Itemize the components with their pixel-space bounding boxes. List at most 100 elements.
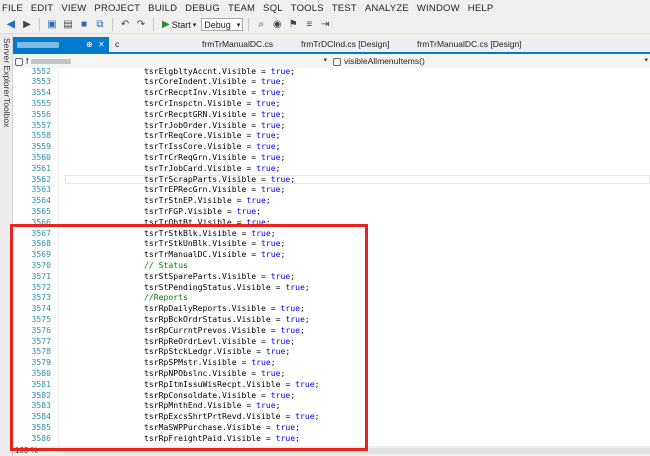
code-text: tsrTrFGP.Visible = true; <box>144 205 261 216</box>
configuration-select[interactable]: Debug ▾ <box>201 18 244 31</box>
menu-item-help[interactable]: HELP <box>464 3 498 14</box>
chevron-down-icon: ▾ <box>236 21 241 29</box>
tab-frmtrdcind-design[interactable]: frmTrDCInd.cs [Design] <box>301 37 389 52</box>
configuration-value: Debug <box>204 19 231 30</box>
menu-item-project[interactable]: PROJECT <box>90 3 144 14</box>
code-identifier: tsrCrInspctn.Visible <box>144 97 242 108</box>
new-project-icon[interactable]: ▣ <box>45 18 59 32</box>
tab-frmtrmanualdc-cs[interactable]: frmTrManualDC.cs <box>202 37 273 52</box>
code-identifier: tsrTrScrapParts.Visible <box>144 173 257 184</box>
find-icon[interactable]: ⌕ <box>254 18 268 32</box>
code-text: tsrTrScrapParts.Visible = true; <box>144 173 296 184</box>
start-button[interactable]: ▶ Start ▾ <box>159 19 199 30</box>
code-text: tsrElgbltyAccnt.Visible = true; <box>144 68 295 76</box>
forward-icon[interactable]: ▶ <box>20 18 34 32</box>
menu-item-sql[interactable]: SQL <box>259 3 287 14</box>
breakpoint-icon[interactable]: ◉ <box>270 18 284 32</box>
code-keyword: true <box>260 184 281 195</box>
save-all-icon[interactable]: ⧉ <box>93 18 107 32</box>
tab-frmtrmanualdc-design[interactable]: frmTrManualDC.cs [Design] <box>417 37 522 52</box>
line-number: 3586 <box>31 432 52 443</box>
code-line: 3562 tsrTrScrapParts.Visible = true; <box>13 174 650 185</box>
line-number: 3558 <box>31 130 52 141</box>
code-identifier: tsrTrJobCard.Visible <box>144 162 242 173</box>
code-text: tsrRpConsoldate.Visible = true; <box>144 389 296 400</box>
open-icon[interactable]: ▤ <box>61 18 75 32</box>
code-identifier: tsrTrManualDC.Visible <box>144 249 247 260</box>
tab-truncated[interactable]: c <box>115 37 119 52</box>
code-identifier: tsrRpItmIssuWisRecpt.Visible <box>144 378 281 389</box>
code-line: 3571 tsrStSpareParts.Visible = true; <box>13 271 650 282</box>
code-text: tsrCrRecptInv.Visible = true; <box>144 87 286 98</box>
code-keyword: true <box>295 378 315 389</box>
line-number: 3552 <box>31 68 52 76</box>
pin-icon[interactable]: ⊕ <box>86 37 93 52</box>
code-line: 3584 tsrRpExcsShrtPrtRevd.Visible = true; <box>13 411 650 422</box>
code-keyword: true <box>260 249 281 260</box>
bookmark-icon[interactable]: ⚑ <box>286 18 300 32</box>
code-line: 3577 tsrRpReOrdrLevl.Visible = true; <box>13 336 650 347</box>
menu-item-window[interactable]: WINDOW <box>413 3 464 14</box>
line-number: 3562 <box>31 173 52 184</box>
zoom-level[interactable]: 100 % <box>15 446 38 456</box>
server-explorer-tab[interactable]: Server Explorer <box>0 38 12 97</box>
code-text: tsrTrIssCore.Visible = true; <box>144 141 281 152</box>
line-number: 3570 <box>31 259 52 270</box>
code-text: tsrRpReOrdrLevl.Visible = true; <box>144 335 296 346</box>
back-icon[interactable]: ◀ <box>4 18 18 32</box>
tab-active-document[interactable]: ⊕ ✕ <box>13 37 109 52</box>
menu-item-build[interactable]: BUILD <box>144 3 181 14</box>
menu-bar: FILE EDIT VIEW PROJECT BUILD DEBUG TEAM SQL TOOL… <box>0 0 650 16</box>
code-identifier: tsrMaSWPPurchase.Visible <box>144 421 261 432</box>
code-text: tsrTrReqCore.Visible = true; <box>144 130 281 141</box>
code-identifier: tsrTrJobOrder.Visible <box>144 119 247 130</box>
member-combo[interactable]: visibleAllmenuItems() ▾ <box>333 55 650 67</box>
code-text: tsrRpFreightPaid.Visible = true; <box>144 432 300 443</box>
class-combo-value: f <box>26 56 29 66</box>
menu-item-file[interactable]: FILE <box>0 3 27 14</box>
indent-icon[interactable]: ⇥ <box>318 18 332 32</box>
code-identifier: tsrCoreIndent.Visible <box>144 76 247 87</box>
menu-item-debug[interactable]: DEBUG <box>181 3 224 14</box>
code-line: 3578 tsrRpStckLedgr.Visible = true; <box>13 346 650 357</box>
code-keyword: true <box>246 195 266 206</box>
code-keyword: true <box>260 151 281 162</box>
toolbox-tab[interactable]: Toolbox <box>0 98 12 127</box>
code-line: 3586 tsrRpFreightPaid.Visible = true; <box>13 433 650 444</box>
code-line: 3564 tsrTrStnEP.Visible = true; <box>13 195 650 206</box>
save-icon[interactable]: ■ <box>77 18 91 32</box>
menu-item-tools[interactable]: TOOLS <box>287 3 328 14</box>
line-number: 3574 <box>31 303 52 314</box>
horizontal-scrollbar[interactable] <box>63 448 650 454</box>
toolbar-separator <box>39 18 40 31</box>
comment-icon[interactable]: ≡ <box>302 18 316 32</box>
code-text: tsrStPendingStatus.Visible = true; <box>144 281 310 292</box>
code-identifier: tsrRpDailyReports.Visible <box>144 303 266 314</box>
redo-icon[interactable]: ↷ <box>134 18 148 32</box>
code-keyword: true <box>246 216 266 227</box>
code-comment: //Reports <box>144 292 188 303</box>
close-icon[interactable]: ✕ <box>98 37 105 52</box>
code-text: tsrRpStckLedgr.Visible = true; <box>144 346 291 357</box>
code-line: 3561 tsrTrJobCard.Visible = true; <box>13 163 650 174</box>
code-text: tsrRpCurrntPrevos.Visible = true; <box>144 324 305 335</box>
menu-item-team[interactable]: TEAM <box>224 3 259 14</box>
menu-item-test[interactable]: TEST <box>328 3 361 14</box>
line-number: 3581 <box>31 378 52 389</box>
code-editor[interactable]: 3552 tsrElgbltyAccnt.Visible = true; 3553 t… <box>13 68 650 446</box>
line-number: 3573 <box>31 292 52 303</box>
left-tool-strip: Server Explorer Toolbox <box>0 34 13 456</box>
chevron-down-icon: ▾ <box>192 21 197 29</box>
line-number: 3555 <box>31 97 52 108</box>
undo-icon[interactable]: ↶ <box>118 18 132 32</box>
menu-item-view[interactable]: VIEW <box>57 3 90 14</box>
code-line: 3575 tsrRpBckOrdrStatus.Visible = true; <box>13 314 650 325</box>
code-keyword: true <box>256 162 276 173</box>
code-text: tsrRpExcsShrtPrtRevd.Visible = true; <box>144 411 320 422</box>
line-number: 3575 <box>31 313 52 324</box>
class-combo[interactable]: f ▾ <box>15 55 329 67</box>
code-text: //Reports <box>144 292 188 303</box>
code-text: tsrTrJobCard.Visible = true; <box>144 162 281 173</box>
menu-item-edit[interactable]: EDIT <box>27 3 57 14</box>
menu-item-analyze[interactable]: ANALYZE <box>361 3 413 14</box>
